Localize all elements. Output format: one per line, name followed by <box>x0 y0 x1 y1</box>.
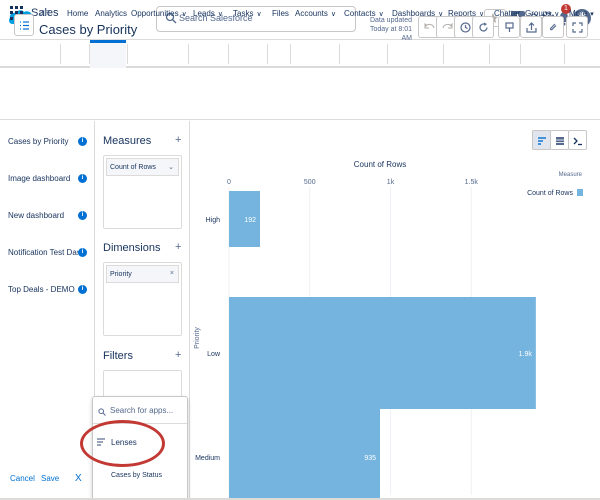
x-tick-label: 0 <box>227 179 231 186</box>
chevron-down-icon[interactable]: ▾ <box>590 11 594 18</box>
share-button[interactable] <box>520 16 542 38</box>
table-icon <box>556 137 564 145</box>
chevron-down-icon[interactable]: ∨ <box>331 11 336 18</box>
filters-title: Filters <box>103 350 133 362</box>
app-search-input[interactable]: Search for apps... <box>110 406 173 415</box>
nav-item-opportunities[interactable]: Opportunities ∨ <box>131 9 187 18</box>
add-filter-button[interactable]: + <box>175 349 181 361</box>
table-view-button[interactable] <box>550 130 569 150</box>
active-tab-indicator <box>90 40 126 68</box>
nav-divider <box>60 44 61 64</box>
nav-item-analytics[interactable]: Analytics <box>95 9 127 18</box>
lens-item-top-deals[interactable]: Top Deals - DEMO <box>8 285 75 294</box>
nav-divider <box>267 44 268 64</box>
close-button[interactable]: X <box>75 473 82 484</box>
bar-chart-icon <box>538 137 546 145</box>
undo-icon <box>424 22 435 29</box>
y-axis-label: Priority <box>194 327 201 349</box>
pin-button[interactable] <box>498 16 520 38</box>
measures-dropbox[interactable]: Count of Rows ⌄ <box>103 155 182 229</box>
lens-list-button[interactable] <box>14 14 34 36</box>
popover-cases-by-status-item[interactable]: Cases by Status <box>111 472 162 479</box>
nav-item-leads[interactable]: Leads ∨ <box>193 9 223 18</box>
bar-chart: Count of Rows 0 500 1k 1.5k Priority High 192 Lo… <box>194 160 583 500</box>
add-dimension-button[interactable]: + <box>175 241 181 253</box>
lens-item-image-dashboard[interactable]: Image dashboard <box>8 174 70 183</box>
bar <box>229 297 536 409</box>
info-icon[interactable]: i <box>78 285 87 294</box>
nav-divider <box>339 44 340 64</box>
share-icon <box>526 22 537 33</box>
x-tick-label: 500 <box>304 179 316 186</box>
nav-divider <box>520 44 521 64</box>
dimension-chip[interactable]: Priority × <box>106 265 179 283</box>
info-icon[interactable]: i <box>78 174 87 183</box>
nav-divider <box>127 44 128 64</box>
page-header <box>0 70 600 120</box>
clock-icon <box>460 22 471 33</box>
data-label: 1.9k <box>519 351 533 358</box>
page-title: Cases by Priority <box>39 22 138 37</box>
data-updated-text: Data updated Today at 8:01 AM <box>369 17 412 42</box>
nav-item-home[interactable]: Home <box>67 9 88 18</box>
refresh-icon <box>479 22 488 32</box>
expand-icon <box>572 22 583 33</box>
legend-entry: Count of Rows <box>527 190 573 197</box>
chart-view-button[interactable] <box>532 130 551 150</box>
nav-item-tasks[interactable]: Tasks ∨ <box>233 9 262 18</box>
lens-item-cases-by-priority[interactable]: Cases by Priority <box>8 137 68 146</box>
data-label: 935 <box>364 455 376 462</box>
redo-icon <box>442 22 453 29</box>
search-icon <box>98 408 106 416</box>
dimensions-title: Dimensions <box>103 242 161 254</box>
terminal-icon <box>573 137 582 146</box>
category-label: High <box>206 217 221 224</box>
x-tick-label: 1.5k <box>465 179 479 186</box>
clip-icon <box>549 23 557 31</box>
chevron-down-icon[interactable]: ∨ <box>182 11 187 18</box>
x-tick-label: 1k <box>387 179 395 186</box>
chevron-down-icon[interactable]: ∨ <box>256 11 261 18</box>
fullscreen-button[interactable] <box>566 16 588 38</box>
lens-item-new-dashboard[interactable]: New dashboard <box>8 211 64 220</box>
add-measure-button[interactable]: + <box>175 134 181 146</box>
info-icon[interactable]: i <box>78 211 87 220</box>
category-label: Medium <box>195 455 220 462</box>
info-icon[interactable]: i <box>78 248 87 257</box>
cancel-button[interactable]: Cancel <box>10 474 35 483</box>
nav-item-files[interactable]: Files <box>272 9 289 18</box>
info-icon[interactable]: i <box>78 137 87 146</box>
nav-divider <box>443 44 444 64</box>
list-icon <box>20 21 29 30</box>
nav-divider <box>89 44 90 64</box>
clip-button[interactable] <box>542 16 564 38</box>
nav-divider <box>290 44 291 64</box>
nav-divider <box>387 44 388 64</box>
legend-swatch <box>577 189 583 196</box>
page-subtitle: 2IR <box>39 10 50 17</box>
nav-divider <box>228 44 229 64</box>
chevron-down-icon[interactable]: ⌄ <box>168 163 174 171</box>
highlight-annotation <box>80 420 165 467</box>
measure-chip[interactable]: Count of Rows ⌄ <box>106 158 179 176</box>
nav-divider <box>188 44 189 64</box>
pin-icon <box>505 22 514 32</box>
remove-icon[interactable]: × <box>170 270 174 277</box>
dimensions-dropbox[interactable]: Priority × <box>103 262 182 336</box>
category-label: Low <box>207 351 221 358</box>
nav-divider <box>489 44 490 64</box>
lens-item-notification-test[interactable]: Notification Test Dashb... <box>8 248 78 257</box>
saql-view-button[interactable] <box>568 130 587 150</box>
legend-title: Measure <box>559 172 583 178</box>
nav-item-accounts[interactable]: Accounts ∨ <box>295 9 336 18</box>
data-label: 192 <box>244 217 256 224</box>
chevron-down-icon[interactable]: ∨ <box>218 11 223 18</box>
nav-divider <box>564 44 565 64</box>
measures-title: Measures <box>103 135 152 147</box>
chart-title: Count of Rows <box>354 160 406 169</box>
save-button[interactable]: Save <box>41 474 59 483</box>
reset-button[interactable] <box>472 16 494 38</box>
bar <box>229 401 381 500</box>
